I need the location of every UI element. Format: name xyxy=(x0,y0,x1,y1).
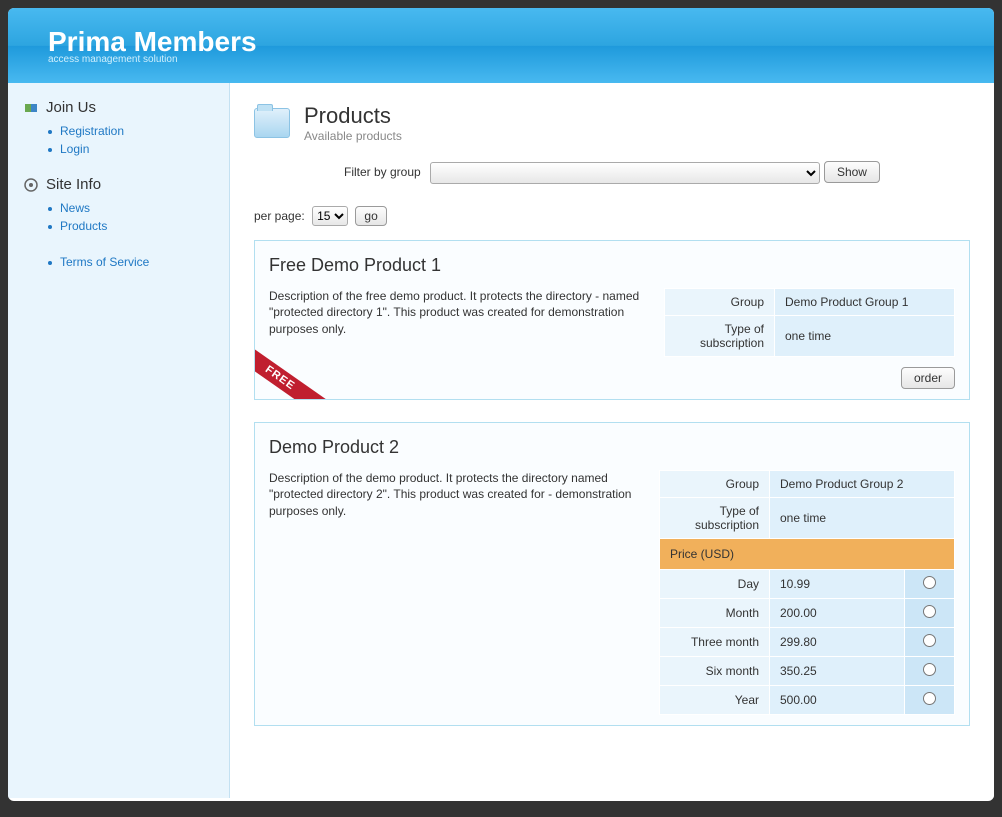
price-radio[interactable] xyxy=(923,576,936,589)
folder-icon xyxy=(254,108,290,138)
detail-value-group: Demo Product Group 1 xyxy=(775,288,955,315)
product-detail-table: Group Demo Product Group 2 Type of subsc… xyxy=(659,470,955,715)
order-button[interactable]: order xyxy=(901,367,955,389)
sidebar-link-login[interactable]: Login xyxy=(60,142,89,156)
sidebar-link-tos[interactable]: Terms of Service xyxy=(60,255,149,269)
price-period: Three month xyxy=(660,627,770,656)
price-period: Month xyxy=(660,598,770,627)
price-period: Year xyxy=(660,685,770,714)
sidebar-link-products[interactable]: Products xyxy=(60,219,107,233)
page-subtitle: Available products xyxy=(304,129,402,143)
price-amount: 200.00 xyxy=(770,598,905,627)
product-description: Description of the demo product. It prot… xyxy=(269,470,639,520)
price-radio[interactable] xyxy=(923,605,936,618)
product-title: Free Demo Product 1 xyxy=(269,255,955,276)
site-info-icon xyxy=(24,178,38,192)
detail-value-group: Demo Product Group 2 xyxy=(770,470,955,497)
join-icon xyxy=(24,101,38,115)
main-content: Products Available products Filter by gr… xyxy=(230,83,994,798)
product-detail-table: Group Demo Product Group 1 Type of subsc… xyxy=(664,288,955,357)
detail-label-subtype: Type of subscription xyxy=(660,497,770,538)
price-amount: 10.99 xyxy=(770,569,905,598)
product-card: Free Demo Product 1 Description of the f… xyxy=(254,240,970,400)
detail-label-group: Group xyxy=(660,470,770,497)
price-period: Six month xyxy=(660,656,770,685)
product-description: Description of the free demo product. It… xyxy=(269,288,644,338)
filter-label: Filter by group xyxy=(344,165,421,179)
detail-label-group: Group xyxy=(665,288,775,315)
product-card: Demo Product 2 Description of the demo p… xyxy=(254,422,970,726)
site-header: Prima Members access management solution xyxy=(8,8,994,83)
sidebar-link-registration[interactable]: Registration xyxy=(60,124,124,138)
price-period: Day xyxy=(660,569,770,598)
perpage-label: per page: xyxy=(254,209,305,223)
sidebar: Join Us Registration Login Site Info New… xyxy=(8,83,230,798)
filter-select[interactable] xyxy=(430,162,820,184)
show-button[interactable]: Show xyxy=(824,161,880,183)
price-header: Price (USD) xyxy=(660,538,955,569)
sidebar-section-title: Site Info xyxy=(46,176,101,193)
product-title: Demo Product 2 xyxy=(269,437,955,458)
sidebar-section-title: Join Us xyxy=(46,99,96,116)
price-radio[interactable] xyxy=(923,692,936,705)
detail-value-subtype: one time xyxy=(770,497,955,538)
page-title: Products xyxy=(304,103,402,129)
detail-label-subtype: Type of subscription xyxy=(665,315,775,356)
price-radio[interactable] xyxy=(923,663,936,676)
price-amount: 500.00 xyxy=(770,685,905,714)
price-radio[interactable] xyxy=(923,634,936,647)
sidebar-link-news[interactable]: News xyxy=(60,201,90,215)
price-amount: 299.80 xyxy=(770,627,905,656)
detail-value-subtype: one time xyxy=(775,315,955,356)
go-button[interactable]: go xyxy=(355,206,386,226)
perpage-select[interactable]: 15 xyxy=(312,206,348,226)
price-amount: 350.25 xyxy=(770,656,905,685)
